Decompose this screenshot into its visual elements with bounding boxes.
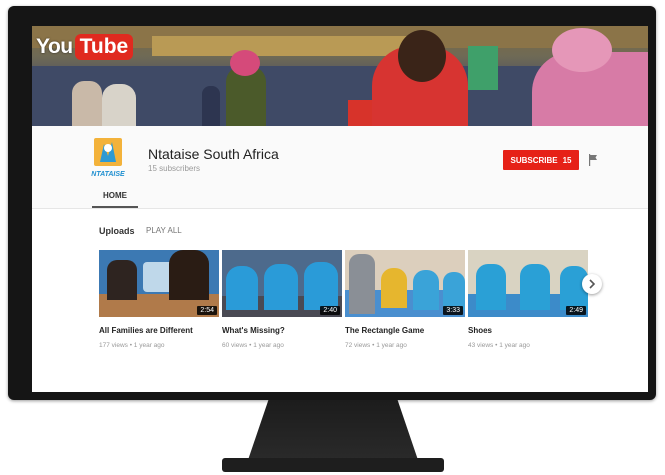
subscribe-count: 15 [562, 155, 572, 165]
flag-icon[interactable] [588, 154, 598, 166]
video-title[interactable]: What's Missing? [222, 326, 342, 335]
video-age: 1 year ago [499, 342, 530, 349]
video-thumbnail[interactable]: 2:54 [99, 250, 219, 317]
play-all-button[interactable]: PLAY ALL [146, 226, 182, 235]
youtube-logo-you: You [36, 35, 73, 58]
video-duration: 2:54 [197, 306, 217, 315]
video-thumbnail[interactable]: 2:40 [222, 250, 342, 317]
video-title[interactable]: All Families are Different [99, 326, 219, 335]
channel-banner: You Tube [32, 26, 648, 126]
header-divider [32, 208, 648, 209]
subscribe-label: SUBSCRIBE [510, 155, 558, 165]
subscriber-count: 15 subscribers [148, 164, 201, 173]
video-views: 60 views [222, 342, 248, 349]
video-duration: 2:40 [320, 306, 340, 315]
channel-name[interactable]: Ntataise South Africa [148, 146, 279, 162]
monitor-stand-base [222, 458, 444, 472]
video-thumbnail[interactable]: 3:33 [345, 250, 465, 317]
chevron-right-icon [589, 279, 596, 289]
screen: You Tube NTATAISE Ntataise South Africa … [32, 26, 648, 392]
monitor-stand-neck [248, 400, 418, 460]
subscribe-button[interactable]: SUBSCRIBE 15 [503, 150, 579, 170]
tab-home[interactable]: HOME [92, 186, 138, 208]
video-meta: 60 views • 1 year ago [222, 342, 284, 349]
youtube-logo-tube: Tube [74, 34, 134, 60]
video-thumbnail[interactable]: 2:49 [468, 250, 588, 317]
next-videos-button[interactable] [582, 274, 602, 294]
monitor-bezel: You Tube NTATAISE Ntataise South Africa … [8, 6, 656, 400]
video-card[interactable]: 3:33 The Rectangle Game 72 views • 1 yea… [345, 250, 465, 349]
video-meta: 177 views • 1 year ago [99, 342, 165, 349]
video-title[interactable]: Shoes [468, 326, 588, 335]
uploads-heading[interactable]: Uploads [99, 226, 135, 236]
video-age: 1 year ago [253, 342, 284, 349]
video-card[interactable]: 2:49 Shoes 43 views • 1 year ago [468, 250, 588, 349]
channel-logo-text: NTATAISE [91, 171, 125, 178]
video-card[interactable]: 2:40 What's Missing? 60 views • 1 year a… [222, 250, 342, 349]
video-duration: 2:49 [566, 306, 586, 315]
video-views: 72 views [345, 342, 371, 349]
video-card[interactable]: 2:54 All Families are Different 177 view… [99, 250, 219, 349]
video-duration: 3:33 [443, 306, 463, 315]
video-meta: 72 views • 1 year ago [345, 342, 407, 349]
video-views: 177 views [99, 342, 128, 349]
video-age: 1 year ago [376, 342, 407, 349]
video-meta: 43 views • 1 year ago [468, 342, 530, 349]
video-title[interactable]: The Rectangle Game [345, 326, 465, 335]
video-age: 1 year ago [133, 342, 165, 349]
channel-avatar[interactable]: NTATAISE [90, 136, 126, 180]
youtube-logo[interactable]: You Tube [36, 34, 134, 60]
video-views: 43 views [468, 342, 494, 349]
